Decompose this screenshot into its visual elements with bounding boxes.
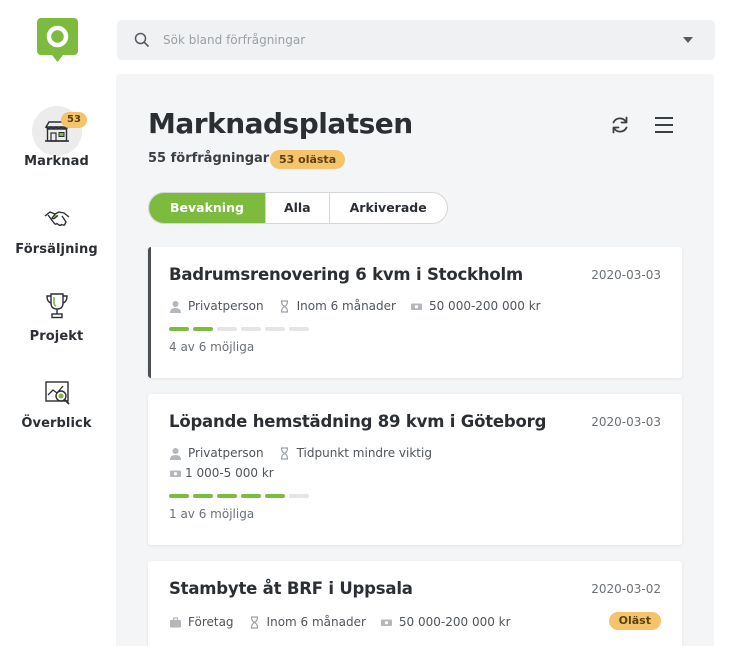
money-icon — [410, 303, 422, 310]
progress-segment — [289, 494, 309, 498]
possible-count: 1 av 6 möjliga — [169, 507, 255, 521]
progress-segment — [217, 327, 237, 331]
page-title: Marknadsplatsen — [148, 107, 413, 140]
handshake-icon — [44, 211, 69, 227]
timeframe-label: Inom 6 månader — [296, 299, 396, 313]
analytics-icon — [44, 381, 70, 405]
progress-segment — [169, 327, 189, 331]
hourglass-icon — [280, 446, 288, 460]
unread-badge: 53 olästa — [270, 150, 346, 169]
timeframe-label: Inom 6 månader — [266, 615, 366, 629]
sidebar: Marknad 53 Försäljning Projekt Överblick — [0, 0, 113, 646]
request-count: 55 förfrågningar — [148, 151, 270, 166]
progress-segment — [241, 494, 261, 498]
progress-segment — [193, 494, 213, 498]
request-card[interactable]: Löpande hemstädning 89 kvm i Göteborg 20… — [148, 394, 682, 545]
progress-segment — [241, 327, 261, 331]
interest-progress — [169, 327, 313, 331]
sidebar-item-label: Försäljning — [15, 242, 98, 257]
progress-segment — [289, 327, 309, 331]
request-card[interactable]: Badrumsrenovering 6 kvm i Stockholm 2020… — [148, 247, 682, 378]
sidebar-item-label: Överblick — [21, 416, 92, 431]
progress-segment — [193, 327, 213, 331]
briefcase-icon — [170, 616, 181, 627]
money-icon — [170, 470, 181, 477]
customer-type-label: Privatperson — [188, 299, 264, 313]
sidebar-item-label: Projekt — [29, 329, 84, 344]
customer-type-label: Privatperson — [188, 446, 264, 460]
logo-icon[interactable] — [37, 18, 78, 62]
progress-segment — [265, 494, 285, 498]
market-count-badge: 53 — [61, 112, 87, 128]
main-panel: Marknadsplatsen 55 förfrågningar 53 oläs… — [116, 74, 714, 646]
budget: 50 000-200 000 kr — [380, 615, 511, 629]
app-root: Marknad 53 Försäljning Projekt Överblick… — [0, 0, 734, 646]
chevron-down-icon[interactable] — [683, 37, 693, 43]
refresh-icon[interactable] — [610, 115, 630, 135]
menu-icon[interactable] — [654, 116, 674, 134]
person-icon — [170, 300, 181, 313]
budget: 50 000-200 000 kr — [410, 299, 541, 313]
request-title: Stambyte åt BRF i Uppsala — [169, 579, 413, 598]
customer-type-label: Företag — [188, 615, 234, 629]
request-meta: Privatperson Inom 6 månader 50 000-200 0… — [169, 299, 555, 313]
request-meta: Privatperson Tidpunkt mindre viktig — [169, 446, 446, 460]
request-card[interactable]: Stambyte åt BRF i Uppsala 2020-03-02 Olä… — [148, 561, 682, 646]
timeframe: Inom 6 månader — [248, 615, 366, 629]
possible-count: 4 av 6 möjliga — [169, 340, 255, 354]
budget-label: 1 000-5 000 kr — [185, 466, 274, 480]
request-meta-budget: 1 000-5 000 kr — [169, 466, 288, 480]
request-date: 2020-03-03 — [591, 415, 661, 429]
filter-tabs: Bevakning Alla Arkiverade — [148, 192, 448, 224]
sidebar-item-forsaljning[interactable]: Försäljning — [0, 204, 113, 257]
hourglass-icon — [280, 299, 288, 313]
interest-progress — [169, 494, 313, 498]
customer-type: Privatperson — [169, 446, 264, 460]
request-meta: Företag Inom 6 månader 50 000-200 000 kr — [169, 615, 525, 629]
search-input[interactable] — [163, 20, 663, 60]
sidebar-item-projekt[interactable]: Projekt — [0, 291, 113, 344]
budget: 1 000-5 000 kr — [169, 466, 274, 480]
search-bar[interactable] — [117, 20, 715, 60]
tab-arkiverade[interactable]: Arkiverade — [328, 193, 447, 223]
search-icon — [134, 32, 150, 48]
sidebar-item-label: Marknad — [24, 154, 89, 169]
progress-segment — [217, 494, 237, 498]
sidebar-item-overblick[interactable]: Överblick — [0, 378, 113, 431]
request-date: 2020-03-02 — [591, 582, 661, 596]
tab-alla[interactable]: Alla — [264, 193, 329, 223]
sidebar-item-marknad[interactable]: Marknad — [0, 118, 113, 169]
timeframe-label: Tidpunkt mindre viktig — [296, 446, 432, 460]
budget-label: 50 000-200 000 kr — [428, 299, 541, 313]
timeframe: Inom 6 månader — [278, 299, 396, 313]
timeframe: Tidpunkt mindre viktig — [278, 446, 432, 460]
request-title: Badrumsrenovering 6 kvm i Stockholm — [169, 265, 523, 284]
request-title: Löpande hemstädning 89 kvm i Göteborg — [169, 412, 547, 431]
progress-segment — [169, 494, 189, 498]
hourglass-icon — [250, 615, 258, 629]
money-icon — [380, 619, 392, 626]
trophy-icon — [45, 293, 68, 319]
customer-type: Företag — [169, 615, 234, 629]
customer-type: Privatperson — [169, 299, 264, 313]
request-date: 2020-03-03 — [591, 268, 661, 282]
person-icon — [170, 447, 181, 460]
unread-status-badge: Oläst — [608, 612, 661, 630]
tab-bevakning[interactable]: Bevakning — [149, 193, 265, 223]
budget-label: 50 000-200 000 kr — [398, 615, 511, 629]
progress-segment — [265, 327, 285, 331]
